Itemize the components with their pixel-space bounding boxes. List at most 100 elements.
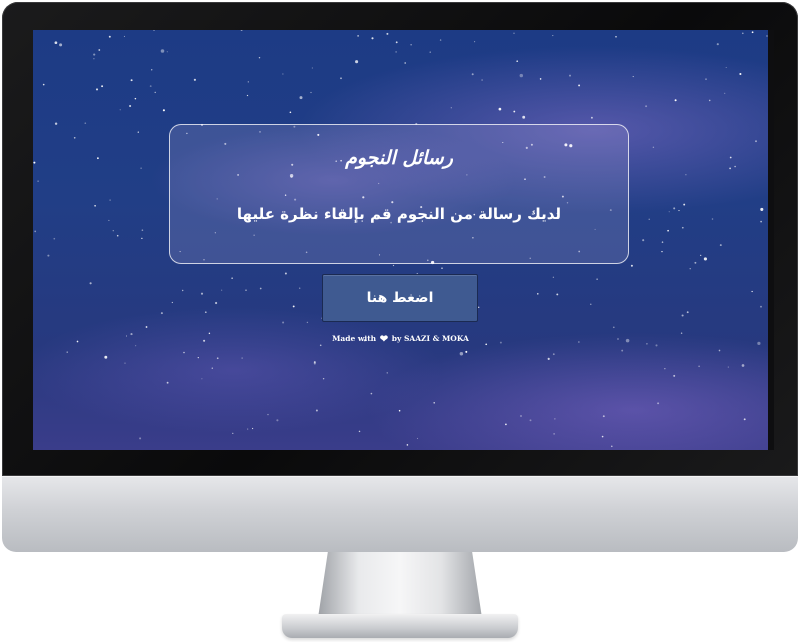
star — [313, 361, 316, 364]
star — [246, 94, 249, 97]
star — [416, 437, 419, 439]
star — [703, 257, 707, 261]
monitor-stand-neck — [318, 552, 482, 618]
credit-prefix: Made with — [332, 334, 377, 343]
monitor-mockup: رسائل النجوم لديك رسالة من النجوم قم بإل… — [0, 0, 800, 642]
screen-edge — [768, 30, 774, 450]
star — [371, 37, 374, 40]
star — [678, 210, 680, 212]
star — [734, 165, 736, 168]
star — [529, 419, 532, 422]
star — [441, 267, 443, 269]
message-card: رسائل النجوم لديك رسالة من النجوم قم بإل… — [169, 124, 629, 264]
star — [232, 432, 234, 435]
star — [645, 105, 648, 108]
star — [166, 381, 169, 384]
star — [200, 292, 204, 295]
star — [667, 229, 669, 232]
card-message: لديك رسالة من النجوم قم بإلقاء نظرة عليه… — [236, 205, 562, 223]
star — [708, 99, 711, 102]
star — [552, 276, 555, 278]
star — [652, 146, 655, 148]
star — [439, 39, 442, 41]
star — [716, 43, 719, 46]
star — [743, 418, 746, 421]
click-here-button[interactable]: اضغط هنا — [322, 274, 478, 322]
star — [681, 226, 684, 229]
star — [59, 43, 63, 47]
star — [657, 402, 660, 405]
star — [53, 237, 56, 240]
star — [674, 99, 677, 102]
star — [741, 32, 744, 35]
star — [97, 157, 99, 160]
star — [137, 131, 139, 133]
star — [306, 321, 309, 324]
star — [154, 91, 156, 94]
star — [130, 79, 133, 82]
star — [108, 35, 111, 38]
star — [73, 136, 76, 139]
star — [357, 35, 359, 37]
star — [252, 427, 254, 430]
monitor-chin — [2, 476, 798, 552]
star — [276, 419, 279, 422]
star — [153, 30, 155, 31]
star — [171, 301, 173, 304]
star — [725, 66, 727, 69]
star — [661, 250, 663, 253]
star — [182, 289, 184, 292]
star — [95, 88, 99, 91]
star — [729, 167, 731, 170]
star — [615, 35, 617, 38]
star — [694, 261, 697, 264]
star — [141, 229, 144, 232]
star — [547, 357, 550, 360]
star — [247, 428, 249, 430]
star — [668, 211, 670, 213]
star — [718, 349, 721, 352]
star — [739, 72, 742, 76]
star — [149, 85, 152, 87]
star — [322, 377, 325, 380]
star — [395, 51, 397, 53]
star — [395, 41, 398, 44]
star — [601, 435, 604, 438]
star — [664, 368, 666, 370]
star — [162, 109, 165, 112]
star — [160, 312, 163, 315]
star — [481, 79, 483, 81]
star — [724, 92, 726, 95]
star — [340, 77, 342, 80]
star — [569, 74, 571, 77]
star — [450, 107, 452, 109]
star — [498, 107, 502, 111]
star — [47, 254, 50, 257]
star — [289, 111, 292, 114]
star — [66, 351, 68, 353]
star — [259, 287, 262, 290]
star — [398, 409, 401, 412]
star — [34, 230, 37, 233]
star — [197, 356, 199, 359]
star — [700, 254, 702, 257]
star — [751, 290, 753, 293]
star — [673, 207, 676, 210]
star — [705, 78, 707, 81]
star — [98, 49, 101, 51]
star — [681, 314, 684, 317]
star — [282, 321, 285, 324]
star — [711, 218, 714, 220]
star — [410, 44, 412, 46]
star — [642, 239, 645, 242]
star — [611, 445, 613, 448]
star — [477, 306, 480, 309]
star — [240, 30, 243, 31]
star — [673, 374, 676, 377]
star — [84, 122, 87, 125]
star — [386, 32, 389, 35]
star — [760, 220, 762, 223]
star — [459, 352, 464, 356]
star — [727, 366, 729, 368]
star — [216, 357, 219, 360]
